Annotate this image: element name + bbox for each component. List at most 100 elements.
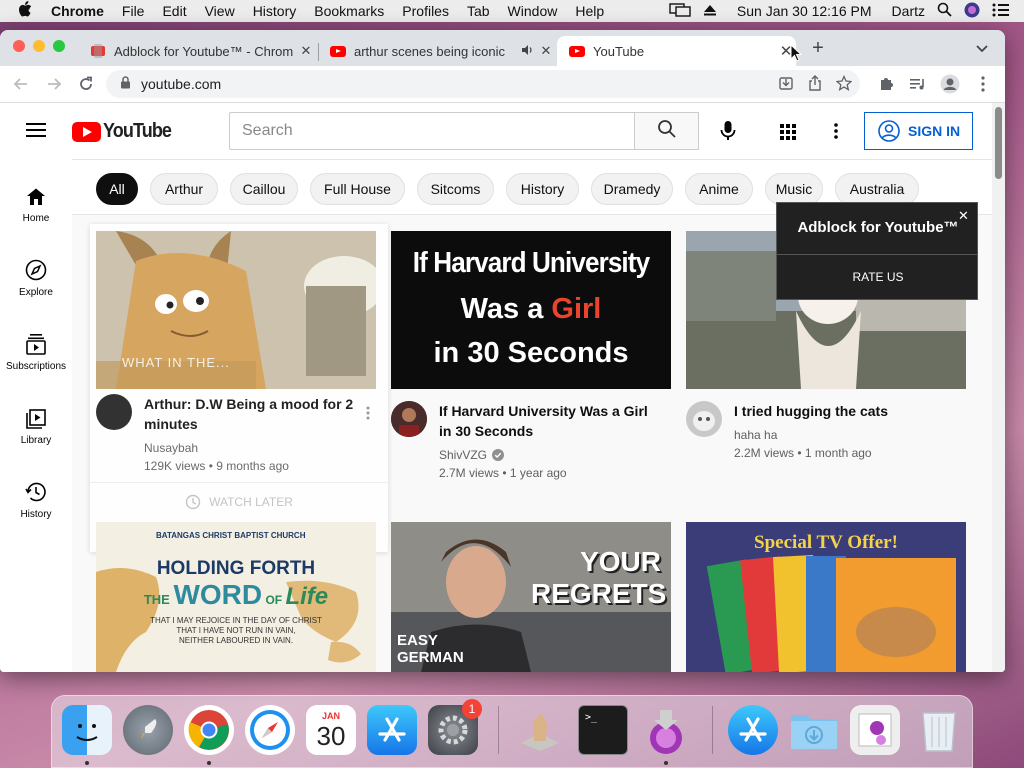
media-playlist-icon[interactable] — [908, 74, 928, 94]
downloads-folder-icon[interactable] — [789, 705, 839, 755]
minimize-window-button[interactable] — [33, 40, 45, 52]
hamburger-menu-icon[interactable] — [26, 122, 46, 143]
document-preview-icon[interactable] — [850, 705, 900, 755]
video-card-church[interactable]: BATANGAS CHRIST BAPTIST CHURCH HOLDING F… — [96, 522, 376, 672]
tab-audio-icon[interactable] — [518, 44, 536, 59]
chip-music[interactable]: Music — [765, 173, 823, 205]
scrollbar-thumb[interactable] — [995, 107, 1002, 179]
spotlight-search-icon[interactable] — [931, 2, 958, 20]
system-preferences-gear-icon[interactable]: 1 — [428, 699, 482, 755]
close-window-button[interactable] — [13, 40, 25, 52]
menu-view[interactable]: View — [196, 3, 244, 19]
chip-all[interactable]: All — [96, 173, 138, 205]
video-thumbnail[interactable]: WHAT IN THE... — [96, 231, 376, 389]
address-bar[interactable]: youtube.com — [106, 70, 860, 98]
chip-dramedy[interactable]: Dramedy — [591, 173, 673, 205]
channel-avatar[interactable] — [96, 394, 132, 430]
video-title[interactable]: Arthur: D.W Being a mood for 2 minutes — [144, 394, 354, 434]
maximize-window-button[interactable] — [53, 40, 65, 52]
menubar-clock[interactable]: Sun Jan 30 12:16 PM — [723, 3, 878, 19]
app-store-downloads-icon[interactable] — [728, 705, 778, 755]
menu-bookmarks[interactable]: Bookmarks — [305, 3, 393, 19]
video-thumbnail[interactable]: BATANGAS CHRIST BAPTIST CHURCH HOLDING F… — [96, 522, 376, 672]
voice-search-microphone-icon[interactable] — [720, 121, 736, 146]
menu-history[interactable]: History — [244, 3, 306, 19]
tab-close-icon[interactable]: ✕ — [536, 43, 556, 59]
video-title[interactable]: I tried hugging the cats — [734, 401, 954, 421]
reload-icon[interactable] — [76, 74, 96, 94]
control-center-icon[interactable] — [986, 3, 1024, 20]
apple-menu-icon[interactable] — [0, 1, 42, 21]
downloader-installer-icon[interactable] — [641, 705, 691, 755]
install-app-icon[interactable] — [778, 75, 794, 94]
chip-anime[interactable]: Anime — [685, 173, 753, 205]
back-arrow-icon[interactable] — [11, 74, 31, 94]
menu-window[interactable]: Window — [499, 3, 567, 19]
channel-name[interactable]: haha ha — [734, 426, 777, 444]
video-thumbnail[interactable]: YOUR REGRETS EASY GERMAN — [391, 522, 671, 672]
chip-sitcoms[interactable]: Sitcoms — [417, 173, 494, 205]
chrome-icon[interactable] — [184, 705, 234, 755]
lock-icon[interactable] — [120, 76, 131, 92]
nav-explore[interactable]: Explore — [0, 253, 72, 313]
menu-tab[interactable]: Tab — [458, 3, 499, 19]
rate-us-button[interactable]: RATE US — [777, 270, 979, 284]
terminal-icon[interactable]: >_ — [578, 705, 628, 755]
share-icon[interactable] — [808, 74, 822, 94]
channel-name[interactable]: Nusaybah — [144, 439, 198, 457]
chip-full-house[interactable]: Full House — [310, 173, 405, 205]
search-input[interactable]: Search — [229, 112, 635, 150]
settings-kebab-icon[interactable] — [834, 123, 838, 144]
channel-avatar[interactable] — [686, 401, 722, 437]
sign-in-button[interactable]: SIGN IN — [864, 112, 973, 150]
chrome-menu-kebab-icon[interactable] — [973, 74, 993, 94]
menu-app-name[interactable]: Chrome — [42, 3, 113, 19]
channel-avatar[interactable] — [391, 401, 427, 437]
chip-caillou[interactable]: Caillou — [230, 173, 298, 205]
profile-avatar-icon[interactable] — [940, 74, 960, 94]
channel-name[interactable]: ShivVZG — [439, 446, 487, 464]
url-text[interactable]: youtube.com — [141, 76, 221, 92]
watch-later-button[interactable]: WATCH LATER — [90, 482, 388, 521]
tab-youtube[interactable]: YouTube ✕ — [557, 36, 796, 66]
app-store-icon[interactable] — [367, 705, 417, 755]
siri-icon[interactable] — [958, 2, 986, 21]
video-title[interactable]: If Harvard University Was a Girl in 30 S… — [439, 401, 654, 441]
video-card-special-tv-offer[interactable]: Special TV Offer! — [686, 522, 966, 672]
chess-knight-icon[interactable] — [515, 705, 565, 755]
launchpad-rocket-icon[interactable] — [123, 705, 173, 755]
video-thumbnail[interactable]: Special TV Offer! — [686, 522, 966, 672]
tab-arthur-scenes[interactable]: arthur scenes being iconic ✕ — [318, 36, 556, 66]
tab-close-icon[interactable]: ✕ — [296, 43, 316, 59]
search-button[interactable] — [635, 112, 699, 150]
trash-icon[interactable] — [914, 705, 964, 755]
screen-mirroring-icon[interactable] — [663, 2, 697, 20]
menu-profiles[interactable]: Profiles — [393, 3, 458, 19]
menu-file[interactable]: File — [113, 3, 154, 19]
nav-subscriptions[interactable]: Subscriptions — [0, 327, 72, 387]
video-card-harvard[interactable]: If Harvard University Was a Girl in 30 S… — [391, 231, 681, 491]
chip-arthur[interactable]: Arthur — [150, 173, 218, 205]
nav-library[interactable]: Library — [0, 401, 72, 461]
chip-history[interactable]: History — [506, 173, 579, 205]
video-card-arthur[interactable]: WHAT IN THE... Arthur: D.W Being a mood … — [90, 224, 388, 552]
bookmark-star-icon[interactable] — [835, 74, 853, 94]
youtube-logo[interactable]: YouTube — [72, 120, 179, 143]
video-thumbnail[interactable]: If Harvard University Was a Girl in 30 S… — [391, 231, 671, 389]
finder-icon[interactable] — [62, 705, 112, 755]
safari-compass-icon[interactable] — [245, 705, 295, 755]
tab-search-chevron-down-icon[interactable] — [975, 41, 989, 59]
forward-arrow-icon[interactable] — [44, 74, 64, 94]
apps-grid-icon[interactable] — [780, 124, 796, 145]
menubar-user[interactable]: Dartz — [878, 3, 931, 19]
extensions-puzzle-icon[interactable] — [876, 74, 896, 94]
menu-edit[interactable]: Edit — [153, 3, 195, 19]
eject-icon[interactable] — [697, 3, 723, 19]
new-tab-button[interactable]: + — [808, 38, 828, 58]
nav-home[interactable]: Home — [0, 179, 72, 239]
calendar-icon[interactable]: JAN 30 — [306, 705, 356, 755]
page-scrollbar[interactable] — [992, 103, 1005, 672]
video-card-easy-german[interactable]: YOUR REGRETS EASY GERMAN — [391, 522, 671, 672]
chip-australia[interactable]: Australia — [835, 173, 919, 205]
nav-history[interactable]: History — [0, 475, 72, 535]
